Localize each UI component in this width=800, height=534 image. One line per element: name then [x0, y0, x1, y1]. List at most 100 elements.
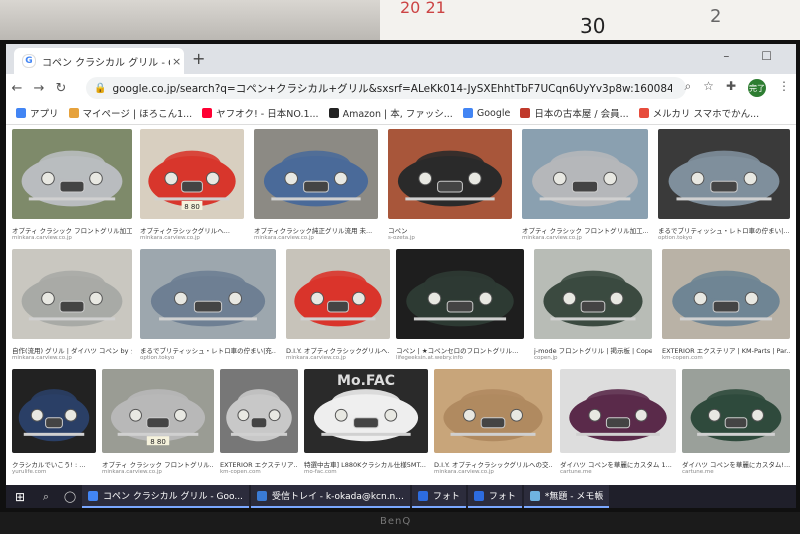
- result-caption[interactable]: D.I.Y. オプティクラシックグリルへの交...: [434, 459, 552, 469]
- taskbar-app-label: *無題 - メモ帳: [544, 492, 604, 502]
- result-caption[interactable]: オプティ クラシック フロントグリル加工...: [12, 225, 132, 235]
- result-source: cartune.me: [682, 469, 714, 475]
- result-caption[interactable]: ダイハツ コペンを華麗にカスタム!...: [682, 459, 790, 469]
- result-thumbnail[interactable]: [434, 369, 552, 453]
- reload-icon[interactable]: ↻: [50, 81, 72, 96]
- image-result-card[interactable]: D.I.Y. オプティクラシックグリルへ... minkara.carview.c…: [286, 249, 390, 361]
- image-result-card[interactable]: コペン s-ozeta.jp: [388, 129, 512, 241]
- image-result-card[interactable]: ダイハツ コペンを華麗にカスタム 1... cartune.me: [560, 369, 676, 475]
- bookmark-star-icon[interactable]: ☆: [703, 79, 714, 97]
- bookmark-label: 日本の古本屋 / 会員...: [534, 109, 629, 120]
- image-result-card[interactable]: まるでブリティッシュ・レトロ車の佇まい|充... option.tokyo: [140, 249, 276, 361]
- image-result-card[interactable]: ダイハツ コペンを華麗にカスタム!... cartune.me: [682, 369, 790, 475]
- image-result-card[interactable]: オプティ クラシック フロントグリル加工... minkara.carview.c…: [522, 129, 648, 241]
- back-arrow-icon[interactable]: ←: [6, 81, 28, 96]
- image-result-card[interactable]: オプティ クラシック フロントグリル加工... minkara.carview.c…: [12, 129, 132, 241]
- forward-arrow-icon[interactable]: →: [28, 81, 50, 96]
- result-caption[interactable]: D.I.Y. オプティクラシックグリルへ...: [286, 345, 390, 355]
- taskbar-app-button[interactable]: 受信トレイ - k-okada@kcn.n...: [250, 485, 410, 508]
- task-view-icon[interactable]: ◯: [58, 490, 82, 503]
- bookmark-item[interactable]: Google: [462, 108, 510, 119]
- result-caption[interactable]: オプティクラシック純正グリル流用 未...: [254, 225, 378, 235]
- result-thumbnail[interactable]: [662, 249, 790, 339]
- browser-tab[interactable]: G コペン クラシカル グリル - Google 検 ×: [14, 48, 184, 74]
- result-thumbnail[interactable]: 8 80: [140, 129, 244, 219]
- image-result-card[interactable]: オプティクラシック純正グリル流用 未... minkara.carview.co.…: [254, 129, 378, 241]
- result-thumbnail[interactable]: [12, 129, 132, 219]
- taskbar-app-button[interactable]: *無題 - メモ帳: [523, 485, 610, 508]
- windows-start-icon[interactable]: ⊞: [6, 490, 34, 504]
- result-thumbnail[interactable]: [388, 129, 512, 219]
- extensions-puzzle-icon[interactable]: ✚: [726, 79, 736, 97]
- bookmark-label: アプリ: [30, 109, 59, 120]
- bookmark-item[interactable]: アプリ: [16, 106, 59, 120]
- result-source: minkara.carview.co.jp: [522, 235, 582, 241]
- result-caption[interactable]: クラシカルでいこう! : ...: [12, 459, 96, 469]
- result-caption[interactable]: コペン: [388, 225, 512, 235]
- taskbar-app-button[interactable]: コペン クラシカル グリル - Goo...: [82, 485, 249, 508]
- result-thumbnail[interactable]: [522, 129, 648, 219]
- taskbar-app-button[interactable]: フォト: [467, 485, 522, 508]
- result-thumbnail[interactable]: [140, 249, 276, 339]
- bookmark-item[interactable]: 日本の古本屋 / 会員...: [520, 106, 629, 120]
- address-url[interactable]: google.co.jp/search?q=コペン+クラシカル+グリル&sxsr…: [112, 81, 672, 96]
- image-result-card[interactable]: 8 80 オプティ クラシック フロントグリル... minkara.carview…: [102, 369, 214, 475]
- taskbar-app-button[interactable]: フォト: [411, 485, 466, 508]
- search-icon[interactable]: ⌕: [34, 490, 58, 504]
- window-controls[interactable]: – ☐: [723, 49, 786, 63]
- result-thumbnail[interactable]: [682, 369, 790, 453]
- bookmark-item[interactable]: Amazon | 本, ファッシ...: [328, 106, 453, 120]
- mofac-logo-text: Mo.FAC: [337, 373, 395, 389]
- result-caption[interactable]: 自作(流用) グリル | ダイハツ コペン by シ...: [12, 345, 132, 355]
- result-thumbnail[interactable]: 8 80: [102, 369, 214, 453]
- result-caption[interactable]: オプティ クラシック フロントグリル加工...: [522, 225, 648, 235]
- image-result-card[interactable]: EXTERIOR エクステリア | KM-Parts | Par... km-co…: [662, 249, 790, 361]
- result-caption[interactable]: EXTERIOR エクステリア...: [220, 459, 298, 469]
- result-caption[interactable]: ダイハツ コペンを華麗にカスタム 1...: [560, 459, 676, 469]
- result-source: km-copen.com: [662, 355, 703, 361]
- result-thumbnail[interactable]: [12, 369, 96, 453]
- result-thumbnail[interactable]: [12, 249, 132, 339]
- bookmark-item[interactable]: マイページ | ほろこん1...: [68, 106, 192, 120]
- result-thumbnail[interactable]: [254, 129, 378, 219]
- search-icon[interactable]: ⌕: [684, 79, 691, 97]
- result-caption[interactable]: オプティ クラシック フロントグリル...: [102, 459, 214, 469]
- bookmark-item[interactable]: メルカリ スマホでかん...: [638, 106, 759, 120]
- result-thumbnail[interactable]: [286, 249, 390, 339]
- image-result-card[interactable]: クラシカルでいこう! : ... yurulife.com: [12, 369, 96, 475]
- result-caption[interactable]: 特選中古車] L880Kクラシカル仕様5MT...: [304, 459, 428, 469]
- app-icon: [473, 490, 484, 501]
- monitor-brand-logo: BenQ: [380, 516, 412, 527]
- result-source: option.tokyo: [658, 235, 693, 241]
- result-caption[interactable]: j-mode フロントグリル | 掲示板 | Copen C...: [534, 345, 652, 355]
- image-result-card[interactable]: D.I.Y. オプティクラシックグリルへの交... minkara.carview…: [434, 369, 552, 475]
- result-caption[interactable]: コペン | ★コペンセロのフロントグリル...: [396, 345, 524, 355]
- bookmark-item[interactable]: ヤフオク! - 日本NO.1...: [202, 106, 319, 120]
- image-result-card[interactable]: EXTERIOR エクステリア... km-copen.com: [220, 369, 298, 475]
- new-tab-button[interactable]: +: [192, 49, 205, 68]
- image-result-card[interactable]: Mo.FAC 特選中古車] L880Kクラシカル仕様5MT... mo-fac.co…: [304, 369, 428, 475]
- wall-calendar: 20 21 30 2: [380, 0, 800, 44]
- image-result-card[interactable]: 自作(流用) グリル | ダイハツ コペン by シ... minkara.car…: [12, 249, 132, 361]
- image-result-card[interactable]: まるでブリティッシュ・レトロ車の佇まい|... option.tokyo: [658, 129, 790, 241]
- profile-avatar[interactable]: 完了: [748, 79, 766, 97]
- result-thumbnail[interactable]: [560, 369, 676, 453]
- result-caption[interactable]: オプティクラシックグリルへ...: [140, 225, 244, 235]
- menu-dots-icon[interactable]: ⋮: [778, 79, 790, 97]
- result-thumbnail[interactable]: [534, 249, 652, 339]
- image-result-card[interactable]: コペン | ★コペンセロのフロントグリル... lifegeeksin.at.we…: [396, 249, 524, 361]
- address-bar[interactable]: 🔒 google.co.jp/search?q=コペン+クラシカル+グリル&sx…: [86, 77, 686, 99]
- bookmark-favicon-icon: [202, 108, 213, 118]
- result-thumbnail[interactable]: [220, 369, 298, 453]
- tab-close-icon[interactable]: ×: [172, 55, 181, 68]
- bookmark-label: Amazon | 本, ファッシ...: [342, 109, 453, 120]
- result-thumbnail[interactable]: [658, 129, 790, 219]
- image-result-card[interactable]: 8 80 オプティクラシックグリルへ... minkara.carview.co.j…: [140, 129, 244, 241]
- image-result-card[interactable]: j-mode フロントグリル | 掲示板 | Copen C...copen.j…: [534, 249, 652, 361]
- result-thumbnail[interactable]: [396, 249, 524, 339]
- license-plate-text: 8 80: [150, 438, 166, 446]
- result-thumbnail[interactable]: Mo.FAC: [304, 369, 428, 453]
- result-caption[interactable]: まるでブリティッシュ・レトロ車の佇まい|充...: [140, 345, 276, 355]
- result-caption[interactable]: まるでブリティッシュ・レトロ車の佇まい|...: [658, 225, 790, 235]
- result-caption[interactable]: EXTERIOR エクステリア | KM-Parts | Par...: [662, 345, 790, 355]
